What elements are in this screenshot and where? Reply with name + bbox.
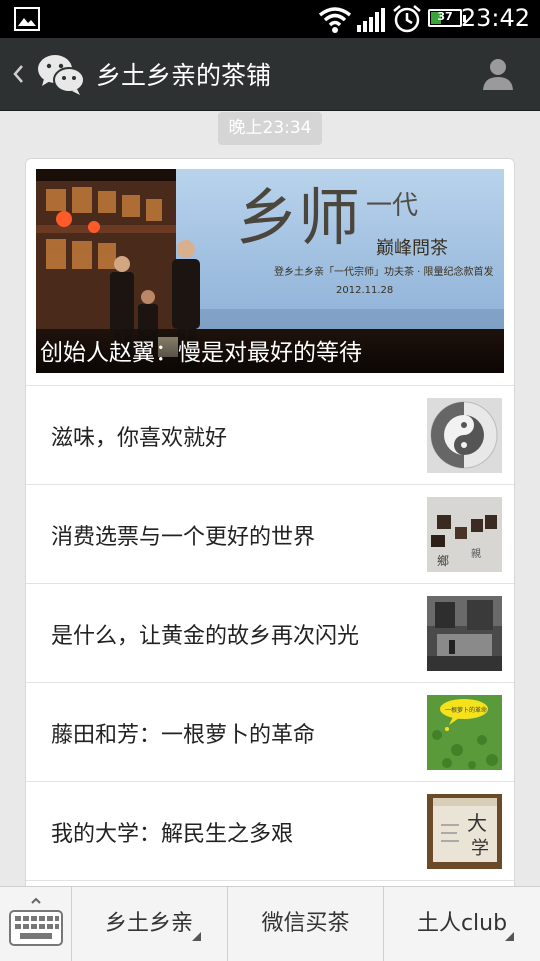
- cover-banner-date: 2012.11.28: [336, 285, 393, 296]
- list-item-thumbnail: 大 学: [427, 794, 502, 869]
- back-icon[interactable]: [10, 62, 26, 86]
- status-time: 23:42: [460, 4, 530, 32]
- submenu-indicator-icon: [505, 932, 514, 941]
- alarm-icon: [393, 5, 421, 33]
- list-item-title: 是什么，让黄金的故乡再次闪光: [51, 624, 360, 649]
- list-item[interactable]: 是什么，让黄金的故乡再次闪光: [26, 583, 514, 682]
- message-timestamp: 晚上23:34: [218, 112, 322, 145]
- list-item-thumbnail: 一根萝卜的革命: [427, 695, 502, 770]
- svg-text:巅峰問茶: 巅峰問茶: [376, 238, 448, 259]
- wechat-icon: [38, 55, 85, 95]
- list-item-title: 消费选票与一个更好的世界: [51, 525, 316, 550]
- menu-item-label: 微信买茶: [261, 911, 350, 936]
- status-bar: 37 23:42: [0, 0, 540, 38]
- list-item-title: 滋味，你喜欢就好: [51, 426, 228, 451]
- menu-item-label: 土人club: [416, 911, 508, 936]
- submenu-indicator-icon: [192, 932, 201, 941]
- list-item[interactable]: 滋味，你喜欢就好: [26, 385, 514, 484]
- svg-text:学: 学: [471, 838, 489, 859]
- svg-text:乡师: 乡师: [236, 181, 360, 254]
- keyboard-icon: [9, 897, 63, 946]
- list-item-thumbnail: [427, 398, 502, 473]
- profile-icon[interactable]: [478, 54, 518, 94]
- list-item-title: 我的大学：解民生之多艰: [51, 822, 294, 847]
- battery-level: 37: [437, 10, 453, 23]
- menu-item-xiangtu[interactable]: 乡土乡亲: [71, 887, 228, 961]
- list-item[interactable]: 我的大学：解民生之多艰 大 学: [26, 781, 514, 880]
- list-item[interactable]: 藤田和芳：一根萝卜的革命 一根萝卜的革命: [26, 682, 514, 781]
- menu-item-club[interactable]: 土人club: [384, 887, 540, 961]
- menu-item-buy-tea[interactable]: 微信买茶: [228, 887, 384, 961]
- svg-text:親: 親: [471, 547, 481, 560]
- list-item[interactable]: 消费选票与一个更好的世界 鄉 親: [26, 484, 514, 583]
- svg-text:鄉: 鄉: [437, 554, 449, 568]
- svg-text:大: 大: [467, 811, 487, 835]
- svg-text:一代: 一代: [366, 191, 418, 221]
- battery-icon: 37: [428, 9, 466, 27]
- keyboard-toggle-button[interactable]: [0, 887, 72, 961]
- menu-item-label: 乡土乡亲: [104, 911, 193, 936]
- cover-caption: 创始人赵翼：慢是对最好的等待: [40, 340, 362, 366]
- article-card[interactable]: 乡师 一代 巅峰問茶 登乡土乡亲「一代宗师」功夫茶 · 限量纪念款首发 2012…: [25, 158, 515, 918]
- list-item-thumbnail: [427, 596, 502, 671]
- list-item-thumbnail: 鄉 親: [427, 497, 502, 572]
- signal-icon: [357, 8, 385, 32]
- wifi-icon: [318, 7, 352, 33]
- cover-article[interactable]: 乡师 一代 巅峰問茶 登乡土乡亲「一代宗师」功夫茶 · 限量纪念款首发 2012…: [36, 169, 504, 373]
- picture-icon: [14, 7, 40, 31]
- svg-text:登乡土乡亲「一代宗师」功夫茶 · 限量纪念款首发: 登乡土乡亲「一代宗师」功夫茶 · 限量纪念款首发: [274, 265, 494, 278]
- svg-text:一根萝卜的革命: 一根萝卜的革命: [445, 706, 487, 714]
- bottom-menu: 乡土乡亲 微信买茶 土人club: [0, 886, 540, 961]
- list-item-title: 藤田和芳：一根萝卜的革命: [51, 723, 316, 748]
- page-title: 乡土乡亲的茶铺: [96, 61, 272, 90]
- title-bar: 乡土乡亲的茶铺: [0, 38, 540, 111]
